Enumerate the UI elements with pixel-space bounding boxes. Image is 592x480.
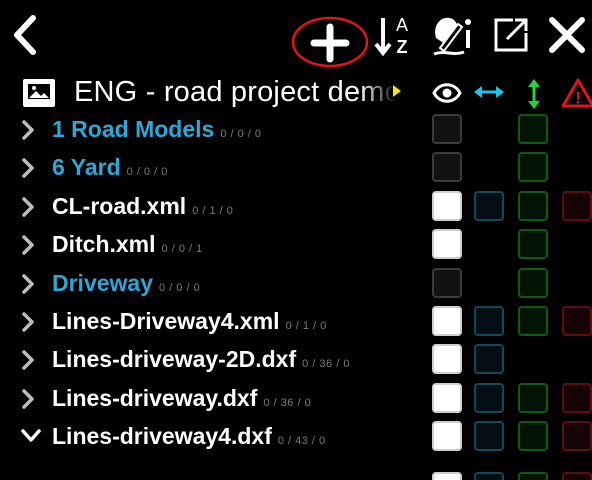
chevron-right-icon[interactable]: [20, 157, 36, 184]
visibility-checkbox[interactable]: [432, 268, 462, 298]
plus-icon: [291, 16, 369, 68]
edit-button[interactable]: [428, 0, 478, 70]
row-name[interactable]: Lines-Driveway4.xml 0 / 1 / 0: [52, 302, 327, 340]
row-counts: 0 / 43 / 0: [277, 435, 326, 447]
horizontal-checkbox[interactable]: [474, 191, 504, 221]
warning-checkbox[interactable]: [562, 383, 592, 413]
row-name-text: Ditch.xml: [52, 231, 156, 257]
row-name-text: Lines-driveway.dxf: [52, 385, 258, 411]
visibility-checkbox[interactable]: [432, 383, 462, 413]
file-row[interactable]: Lines-driveway.dxf 0 / 36 / 0: [0, 379, 430, 417]
file-row[interactable]: CL-road.xml 0 / 1 / 0: [0, 187, 430, 225]
sort-letter-a: A: [396, 15, 408, 35]
chevron-right-icon[interactable]: [20, 196, 36, 223]
chevron-right-icon[interactable]: [20, 349, 36, 376]
row-counts: 0 / 1 / 0: [192, 205, 234, 217]
chevron-right-icon[interactable]: [20, 388, 36, 415]
vertical-checkbox[interactable]: [518, 152, 548, 182]
image-folder-icon: [23, 79, 55, 107]
row-name[interactable]: Lines-driveway4.dxf 0 / 43 / 0: [52, 417, 326, 455]
vertical-checkbox[interactable]: [518, 421, 548, 451]
row-name-text: Lines-driveway4.dxf: [52, 423, 272, 449]
vertical-checkbox[interactable]: [518, 114, 548, 144]
chevron-down-icon[interactable]: [20, 426, 42, 451]
vertical-checkbox[interactable]: [518, 229, 548, 259]
row-counts: 0 / 36 / 0: [302, 358, 350, 370]
partial-row: [0, 468, 592, 480]
chevron-left-icon: [14, 15, 36, 55]
horizontal-checkbox[interactable]: [474, 421, 504, 451]
visibility-checkbox[interactable]: [432, 152, 462, 182]
column-header-warning[interactable]: !: [561, 78, 592, 113]
row-name[interactable]: Lines-driveway.dxf 0 / 36 / 0: [52, 379, 311, 417]
file-row[interactable]: Lines-driveway4.dxf 0 / 43 / 0: [0, 417, 430, 455]
visibility-checkbox[interactable]: [432, 229, 462, 259]
row-counts: 0 / 0 / 1: [161, 243, 203, 255]
visibility-checkbox[interactable]: [432, 421, 462, 451]
file-row[interactable]: Lines-Driveway4.xml 0 / 1 / 0: [0, 302, 430, 340]
row-counts: 0 / 0 / 0: [159, 282, 201, 294]
eye-icon: [432, 83, 462, 103]
project-title[interactable]: ENG - road project demo: [74, 72, 396, 112]
row-counts: 0 / 36 / 0: [263, 397, 312, 409]
vertical-checkbox[interactable]: [518, 306, 548, 336]
file-row[interactable]: Lines-driveway-2D.dxf 0 / 36 / 0: [0, 340, 430, 378]
warning-checkbox[interactable]: [562, 191, 592, 221]
back-button[interactable]: [0, 0, 50, 70]
row-name[interactable]: Ditch.xml 0 / 0 / 1: [52, 225, 203, 263]
row-name-text: 6 Yard: [52, 154, 121, 180]
vertical-checkbox[interactable]: [518, 191, 548, 221]
folder-row[interactable]: Driveway 0 / 0 / 0: [0, 264, 430, 302]
visibility-checkbox[interactable]: [432, 306, 462, 336]
pen-info-icon: [433, 17, 471, 56]
close-icon: [549, 17, 585, 53]
sort-button[interactable]: A Z: [372, 0, 416, 70]
column-header-horizontal[interactable]: [473, 82, 505, 107]
row-name-text: CL-road.xml: [52, 193, 187, 219]
row-name[interactable]: Driveway 0 / 0 / 0: [52, 264, 200, 302]
vertical-checkbox[interactable]: [518, 383, 548, 413]
warning-mark: !: [575, 90, 580, 107]
row-name-text: 1 Road Models: [52, 116, 215, 142]
visibility-checkbox[interactable]: [432, 114, 462, 144]
row-name-text: Lines-driveway-2D.dxf: [52, 346, 297, 372]
vertical-checkbox[interactable]: [518, 268, 548, 298]
row-name-text: Driveway: [52, 270, 154, 296]
vertical-arrows-icon: [528, 79, 540, 109]
horizontal-checkbox[interactable]: [474, 344, 504, 374]
warning-checkbox[interactable]: [562, 421, 592, 451]
row-name[interactable]: 1 Road Models 0 / 0 / 0: [52, 110, 262, 148]
open-external-icon: [494, 18, 528, 52]
visibility-checkbox[interactable]: [432, 344, 462, 374]
visibility-checkbox[interactable]: [432, 191, 462, 221]
row-name[interactable]: CL-road.xml 0 / 1 / 0: [52, 187, 233, 225]
folder-row[interactable]: 1 Road Models 0 / 0 / 0: [0, 110, 430, 148]
add-button[interactable]: [290, 0, 370, 70]
chevron-right-icon[interactable]: [20, 119, 36, 146]
horizontal-checkbox[interactable]: [474, 383, 504, 413]
horizontal-arrows-icon: [474, 86, 504, 98]
row-name[interactable]: Lines-driveway-2D.dxf 0 / 36 / 0: [52, 340, 350, 378]
title-scroll-indicator: [393, 85, 401, 97]
chevron-right-icon[interactable]: [20, 234, 36, 261]
sort-letter-z: Z: [397, 37, 408, 57]
warning-checkbox[interactable]: [562, 306, 592, 336]
sort-az-icon: A Z: [374, 15, 408, 57]
project-folder-icon: [22, 76, 56, 113]
chevron-right-icon[interactable]: [20, 311, 36, 338]
column-header-visibility[interactable]: [432, 80, 462, 111]
open-external-button[interactable]: [486, 0, 536, 70]
row-name-text: Lines-Driveway4.xml: [52, 308, 280, 334]
warning-icon: !: [561, 78, 592, 108]
column-header-vertical[interactable]: [524, 78, 544, 115]
row-name[interactable]: 6 Yard 0 / 0 / 0: [52, 148, 168, 186]
folder-row[interactable]: 6 Yard 0 / 0 / 0: [0, 148, 430, 186]
chevron-right-icon[interactable]: [20, 273, 36, 300]
row-counts: 0 / 0 / 0: [126, 166, 168, 178]
row-counts: 0 / 0 / 0: [220, 128, 262, 140]
row-counts: 0 / 1 / 0: [285, 320, 327, 332]
horizontal-checkbox[interactable]: [474, 306, 504, 336]
close-button[interactable]: [544, 0, 590, 70]
file-row[interactable]: Ditch.xml 0 / 0 / 1: [0, 225, 430, 263]
